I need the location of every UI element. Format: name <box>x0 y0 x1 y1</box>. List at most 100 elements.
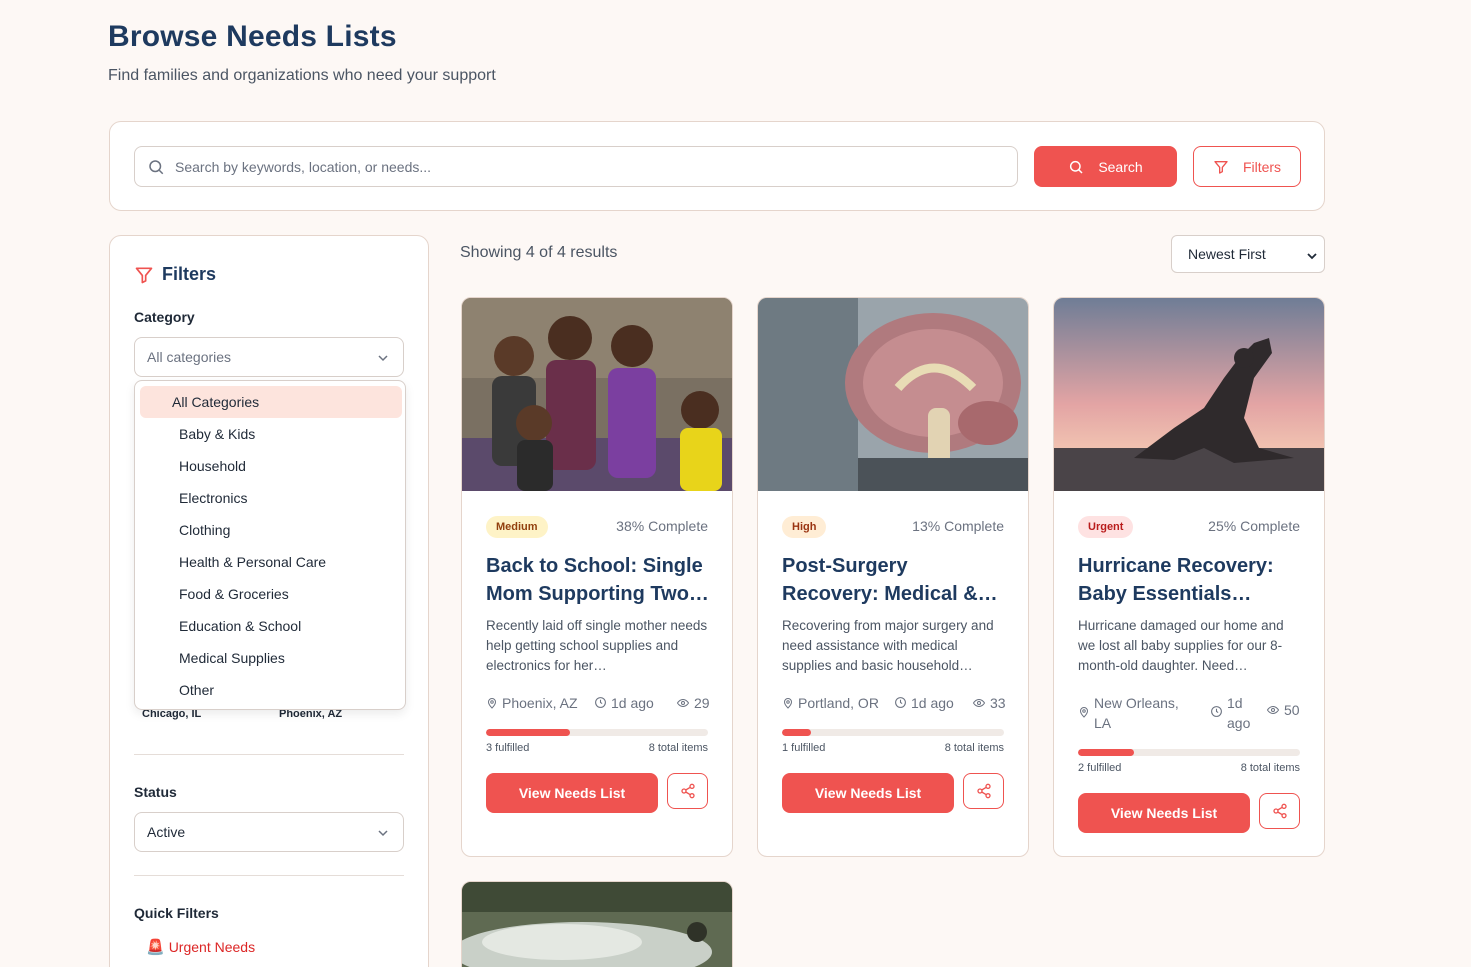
map-pin-icon <box>783 698 793 709</box>
time: 1d ago <box>1210 693 1260 733</box>
quick-filter-urgent[interactable]: 🚨 Urgent Needs <box>146 938 255 956</box>
chevron-down-icon <box>378 355 388 362</box>
needs-card: Urgent 25% Complete Hurricane Recovery: … <box>1053 297 1325 857</box>
category-dropdown: All Categories Baby & Kids Household Ele… <box>134 380 406 710</box>
category-label: Category <box>134 309 195 325</box>
sort-select[interactable]: Newest First <box>1171 235 1325 273</box>
category-option-medical[interactable]: Medical Supplies <box>179 650 285 666</box>
share-icon <box>680 783 695 799</box>
fulfilled-text: 1 fulfilled <box>782 742 826 754</box>
category-select-value: All categories <box>147 349 232 365</box>
view-needs-list-button[interactable]: View Needs List <box>486 773 658 813</box>
category-option-clothing[interactable]: Clothing <box>179 522 230 538</box>
chevron-down-icon <box>378 830 388 837</box>
share-button[interactable] <box>963 773 1004 809</box>
card-image-yoga-sunset <box>1054 298 1324 491</box>
map-pin-icon <box>1079 707 1089 718</box>
view-needs-list-button[interactable]: View Needs List <box>782 773 954 813</box>
share-button[interactable] <box>1259 793 1300 829</box>
progress-bar <box>1078 749 1300 756</box>
fulfilled-text: 3 fulfilled <box>486 742 530 754</box>
views-text: 50 <box>1284 702 1300 718</box>
location: Phoenix, AZ <box>486 693 578 713</box>
quick-filters-label: Quick Filters <box>134 905 219 921</box>
siren-icon: 🚨 <box>146 939 165 956</box>
needs-card <box>461 881 733 967</box>
clock-icon <box>595 697 606 708</box>
category-option-education[interactable]: Education & School <box>179 618 301 634</box>
priority-badge: Medium <box>486 516 548 538</box>
category-option-all[interactable]: All Categories <box>140 386 402 418</box>
progress-bar <box>486 729 708 736</box>
card-title[interactable]: Post-Surgery Recovery: Medical &… <box>782 552 1008 608</box>
search-input[interactable] <box>175 147 1005 186</box>
category-option-other[interactable]: Other <box>179 682 214 698</box>
share-icon <box>1272 803 1287 819</box>
views-text: 33 <box>990 695 1006 711</box>
completion-text: 25% Complete <box>1208 518 1300 534</box>
fulfilled-text: 2 fulfilled <box>1078 762 1122 774</box>
category-select[interactable]: All categories <box>134 337 404 377</box>
total-items-text: 8 total items <box>944 742 1004 754</box>
progress-bar <box>782 729 1004 736</box>
chevron-down-icon <box>1307 253 1317 260</box>
card-image-children <box>462 298 732 491</box>
category-option-household[interactable]: Household <box>179 458 246 474</box>
views-text: 29 <box>694 695 710 711</box>
results-count: Showing 4 of 4 results <box>460 244 618 261</box>
card-description: Hurricane damaged our home and we lost a… <box>1078 618 1284 673</box>
search-field[interactable] <box>134 146 1018 187</box>
time: 1d ago <box>594 693 654 713</box>
category-option-health[interactable]: Health & Personal Care <box>179 554 326 570</box>
search-icon <box>149 160 164 175</box>
search-button[interactable]: Search <box>1034 146 1177 187</box>
card-description: Recovering from major surgery and need a… <box>782 618 994 673</box>
time-text: 1d ago <box>611 695 654 711</box>
status-select-value: Active <box>147 824 186 840</box>
clock-icon <box>895 697 906 708</box>
clock-icon <box>1211 706 1222 717</box>
location-text: New Orleans, LA <box>1094 695 1179 731</box>
filter-icon <box>135 267 153 283</box>
status-label: Status <box>134 784 177 800</box>
quick-filter-label: Urgent Needs <box>168 939 256 955</box>
progress-fill <box>1078 749 1134 756</box>
map-pin-icon <box>487 698 497 709</box>
sort-select-value: Newest First <box>1188 246 1266 262</box>
category-option-food[interactable]: Food & Groceries <box>179 586 289 602</box>
card-title[interactable]: Hurricane Recovery: Baby Essentials… <box>1078 552 1304 608</box>
status-select[interactable]: Active <box>134 812 404 852</box>
filter-icon <box>1214 160 1228 174</box>
views: 33 <box>972 693 1006 713</box>
time-text: 1d ago <box>1227 695 1251 731</box>
location: New Orleans, LA <box>1078 693 1198 733</box>
card-image-water-splash <box>462 882 732 967</box>
sidebar-title-label: Filters <box>162 264 217 284</box>
card-description: Recently laid off single mother needs he… <box>486 618 708 673</box>
time: 1d ago <box>894 693 954 713</box>
share-button[interactable] <box>667 773 708 809</box>
views: 50 <box>1266 700 1300 720</box>
progress-fill <box>782 729 811 736</box>
priority-badge: High <box>782 516 827 538</box>
sidebar-title: Filters <box>134 264 216 285</box>
eye-icon <box>676 698 690 708</box>
view-needs-list-button[interactable]: View Needs List <box>1078 793 1250 833</box>
eye-icon <box>1266 705 1280 715</box>
progress-fill <box>486 729 571 736</box>
share-icon <box>976 783 991 799</box>
location-text: Portland, OR <box>798 695 879 711</box>
priority-badge: Urgent <box>1078 516 1134 538</box>
filters-button[interactable]: Filters <box>1193 146 1301 187</box>
total-items-text: 8 total items <box>1240 762 1300 774</box>
category-option-electronics[interactable]: Electronics <box>179 490 247 506</box>
views: 29 <box>676 693 710 713</box>
category-option-baby-kids[interactable]: Baby & Kids <box>179 426 255 442</box>
search-icon <box>1070 160 1083 174</box>
card-title[interactable]: Back to School: Single Mom Supporting Tw… <box>486 552 712 608</box>
needs-card: Medium 38% Complete Back to School: Sing… <box>461 297 733 857</box>
divider <box>134 754 404 755</box>
needs-card: High 13% Complete Post-Surgery Recovery:… <box>757 297 1029 857</box>
page-subtitle: Find families and organizations who need… <box>108 67 496 84</box>
completion-text: 38% Complete <box>616 518 708 534</box>
